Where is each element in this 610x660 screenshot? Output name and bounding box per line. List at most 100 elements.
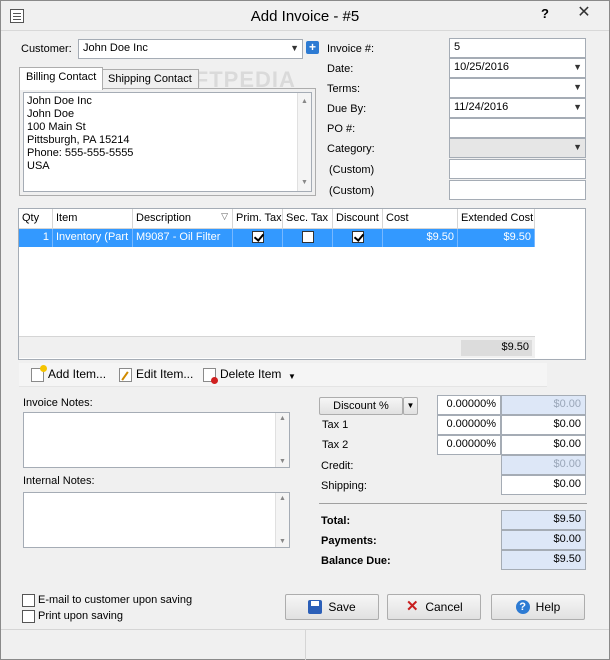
save-button[interactable]: Save	[285, 594, 379, 620]
delete-item-button[interactable]: Delete Item	[203, 367, 281, 385]
shipping-label: Shipping:	[321, 480, 367, 492]
cancel-button[interactable]: ✕ Cancel	[387, 594, 481, 620]
column-header-cost[interactable]: Cost	[383, 209, 458, 228]
column-header-description[interactable]: Description ▽	[133, 209, 233, 228]
cell-prim-tax[interactable]	[233, 229, 283, 247]
internal-notes-textarea[interactable]: ▲ ▼	[23, 492, 290, 548]
grid-total: $9.50	[461, 340, 532, 356]
edit-item-label: Edit Item...	[136, 367, 194, 381]
invoice-number-label: Invoice #:	[327, 43, 375, 55]
cell-cost[interactable]: $9.50	[383, 229, 458, 247]
scroll-down-icon[interactable]: ▼	[301, 176, 308, 189]
chevron-down-icon: ▼	[573, 142, 582, 152]
tab-shipping-contact[interactable]: Shipping Contact	[101, 69, 199, 90]
tax1-amount-field: $0.00	[501, 415, 586, 435]
chevron-down-icon: ▼	[573, 62, 582, 72]
discount-type-button[interactable]: Discount %	[319, 397, 403, 415]
invoice-notes-scrollbar[interactable]: ▲ ▼	[275, 413, 289, 467]
delete-item-label: Delete Item	[220, 367, 282, 381]
po-label: PO #:	[327, 123, 356, 135]
help-title-button[interactable]: ?	[541, 6, 549, 21]
credit-label: Credit:	[321, 460, 354, 472]
customer-select[interactable]: John Doe Inc ▼	[78, 39, 303, 59]
save-icon	[308, 599, 323, 614]
cell-extended-cost[interactable]: $9.50	[458, 229, 535, 247]
due-by-picker[interactable]: 11/24/2016 ▼	[449, 98, 586, 118]
scroll-up-icon[interactable]: ▲	[279, 415, 286, 422]
plus-icon[interactable]: +	[306, 41, 319, 54]
grid-footer: $9.50	[19, 336, 535, 358]
column-header-discount[interactable]: Discount	[333, 209, 383, 228]
custom1-label: (Custom)	[329, 164, 375, 176]
cancel-icon: ✕	[406, 597, 419, 615]
column-header-description-label: Description	[136, 212, 192, 224]
add-item-button[interactable]: Add Item...	[31, 364, 107, 385]
address-scrollbar[interactable]: ▲ ▼	[297, 93, 311, 191]
scroll-down-icon[interactable]: ▼	[279, 458, 286, 465]
total-label: Total:	[321, 515, 351, 527]
print-checkbox[interactable]	[22, 610, 35, 623]
cell-sec-tax[interactable]	[283, 229, 333, 247]
scroll-up-icon[interactable]: ▲	[279, 495, 286, 502]
email-checkbox[interactable]	[22, 594, 35, 607]
prim-tax-checkbox[interactable]	[251, 231, 264, 244]
address-line: Phone: 555-555-5555	[27, 147, 134, 159]
billing-address-textarea[interactable]: John Doe Inc John Doe 100 Main St Pittsb…	[23, 92, 312, 192]
column-header-qty[interactable]: Qty	[19, 209, 53, 228]
address-line: Pittsburgh, PA 15214	[27, 134, 130, 146]
tax2-percent-field[interactable]: 0.00000%	[437, 435, 501, 455]
column-header-extended-cost[interactable]: Extended Cost	[458, 209, 535, 228]
cell-item[interactable]: Inventory (Part	[53, 229, 133, 247]
discount-percent-field[interactable]: 0.00000%	[437, 395, 501, 415]
cell-qty[interactable]: 1	[19, 229, 53, 247]
cell-description[interactable]: M9087 - Oil Filter	[133, 229, 233, 247]
help-button[interactable]: ? Help	[491, 594, 585, 620]
terms-label: Terms:	[327, 83, 360, 95]
shipping-field[interactable]: $0.00	[501, 475, 586, 495]
help-icon: ?	[515, 599, 530, 614]
table-row[interactable]: 1 Inventory (Part M9087 - Oil Filter $9.…	[19, 229, 535, 247]
date-label: Date:	[327, 63, 354, 75]
sec-tax-checkbox[interactable]	[301, 231, 314, 244]
print-option-label[interactable]: Print upon saving	[38, 610, 123, 622]
address-line: John Doe Inc	[27, 95, 92, 107]
status-bar	[1, 629, 609, 660]
cell-discount[interactable]	[333, 229, 383, 247]
toolbar-overflow-icon[interactable]: ▼	[288, 372, 296, 381]
po-field[interactable]	[449, 118, 586, 138]
invoice-number-field[interactable]: 5	[449, 38, 586, 58]
scroll-up-icon[interactable]: ▲	[301, 95, 308, 108]
discount-checkbox[interactable]	[351, 231, 364, 244]
category-label: Category:	[327, 143, 375, 155]
date-picker[interactable]: 10/25/2016 ▼	[449, 58, 586, 78]
edit-item-button[interactable]: Edit Item...	[119, 367, 193, 385]
edit-item-icon	[119, 367, 132, 382]
title-bar: Add Invoice - #5 ? ✕	[1, 1, 609, 31]
delete-item-icon	[203, 367, 218, 384]
email-option-label[interactable]: E-mail to customer upon saving	[38, 594, 192, 606]
filter-triangle-icon[interactable]: ▽	[221, 211, 228, 222]
tax1-percent-field[interactable]: 0.00000%	[437, 415, 501, 435]
terms-select[interactable]: ▼	[449, 78, 586, 98]
column-header-prim-tax[interactable]: Prim. Tax	[233, 209, 283, 228]
chevron-down-icon: ▼	[573, 102, 582, 112]
address-line: USA	[27, 160, 50, 172]
add-item-label: Add Item...	[48, 367, 107, 381]
discount-amount-field: $0.00	[501, 395, 586, 415]
tab-billing-contact[interactable]: Billing Contact	[19, 67, 104, 90]
column-header-item[interactable]: Item	[53, 209, 133, 228]
category-select[interactable]: ▼	[449, 138, 586, 158]
invoice-notes-textarea[interactable]: ▲ ▼	[23, 412, 290, 468]
chevron-down-icon: ▼	[290, 43, 299, 53]
column-header-sec-tax[interactable]: Sec. Tax	[283, 209, 333, 228]
scroll-down-icon[interactable]: ▼	[279, 538, 286, 545]
window-title: Add Invoice - #5	[250, 8, 360, 25]
invoice-items-grid[interactable]: Qty Item Description ▽ Prim. Tax Sec. Ta…	[18, 208, 586, 360]
chevron-down-icon[interactable]: ▼	[403, 397, 418, 415]
custom1-field[interactable]	[449, 159, 586, 179]
cancel-label: Cancel	[425, 600, 463, 614]
close-button[interactable]: ✕	[566, 3, 602, 23]
custom2-field[interactable]	[449, 180, 586, 200]
internal-notes-scrollbar[interactable]: ▲ ▼	[275, 493, 289, 547]
credit-field: $0.00	[501, 455, 586, 475]
